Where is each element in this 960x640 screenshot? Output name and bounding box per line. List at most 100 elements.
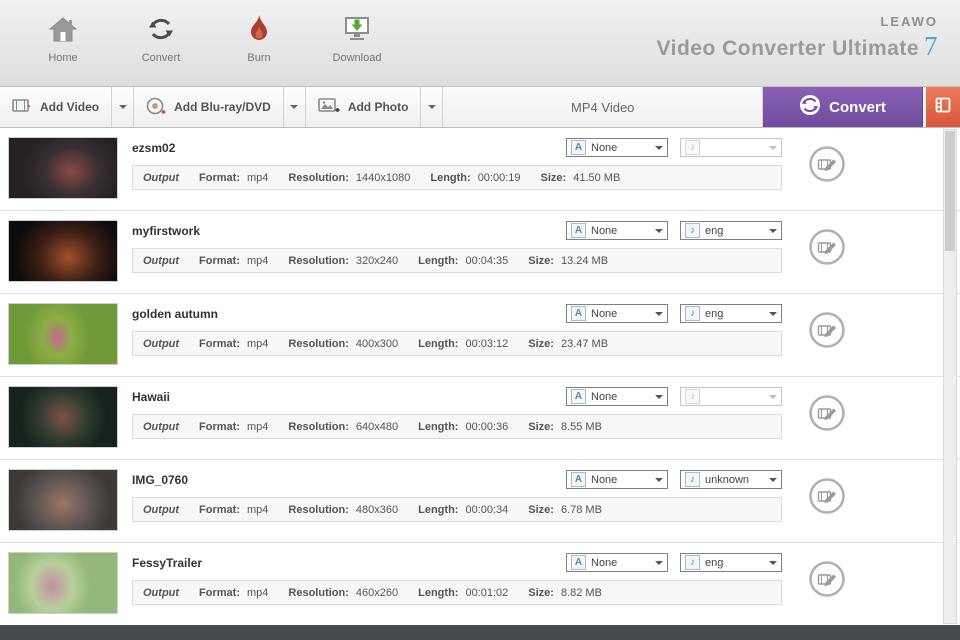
video-row[interactable]: IMG_0760 A None ♪ unknown Output Format:… <box>0 460 960 543</box>
scrollbar-thumb[interactable] <box>945 131 955 251</box>
edit-button[interactable] <box>808 228 846 293</box>
video-title: IMG_0760 <box>132 472 189 487</box>
size-label: Size: <box>528 503 554 516</box>
size-label: Size: <box>528 420 554 433</box>
panel-icon <box>935 97 951 118</box>
video-row[interactable]: Hawaii A None ♪ Output Format: mp4 Resol… <box>0 377 960 460</box>
subtitle-value: None <box>591 307 618 320</box>
output-format-selector[interactable]: MP4 Video <box>443 87 763 127</box>
subtitle-select[interactable]: A None <box>566 387 668 406</box>
row-main: ezsm02 A None ♪ Output Format: mp4 Resol… <box>132 137 782 210</box>
size-label: Size: <box>528 337 554 350</box>
subtitle-value: None <box>591 473 618 486</box>
resolution-value: 640x480 <box>355 420 399 433</box>
video-thumbnail <box>8 469 118 531</box>
length-value: 00:00:36 <box>465 420 509 433</box>
chevron-down-icon <box>290 105 299 113</box>
nav-home-label: Home <box>48 52 78 64</box>
audio-value: eng <box>705 224 724 237</box>
chevron-down-icon <box>655 560 663 569</box>
chevron-down-icon <box>655 311 663 320</box>
subtitle-a-icon: A <box>571 306 586 321</box>
video-title: golden autumn <box>132 306 218 321</box>
video-list: ezsm02 A None ♪ Output Format: mp4 Resol… <box>0 128 960 625</box>
format-label: Format: <box>199 337 240 350</box>
output-info: Output Format: mp4 Resolution: 640x480 Len… <box>132 414 782 439</box>
chevron-down-icon <box>427 105 436 113</box>
nav-burn-label: Burn <box>247 52 271 64</box>
output-info: Output Format: mp4 Resolution: 480x360 Len… <box>132 497 782 522</box>
size-label: Size: <box>528 586 554 599</box>
subtitle-select[interactable]: A None <box>566 221 668 240</box>
chevron-down-icon <box>655 228 663 237</box>
size-label: Size: <box>540 171 567 184</box>
video-thumbnail <box>8 303 118 365</box>
add-video-icon <box>12 98 32 117</box>
video-row[interactable]: FessyTrailer A None ♪ eng Output Format:… <box>0 543 960 625</box>
length-label: Length: <box>418 254 459 267</box>
output-info: Output Format: mp4 Resolution: 1440x1080 L… <box>132 165 782 190</box>
length-label: Length: <box>418 503 459 516</box>
subtitle-a-icon: A <box>571 472 586 487</box>
edit-button[interactable] <box>808 394 846 459</box>
format-label: Format: <box>199 586 240 599</box>
nav-burn[interactable]: Burn <box>210 10 308 76</box>
audio-select[interactable]: ♪ unknown <box>680 470 782 489</box>
app-window: Home Convert Burn Download LEAWO Video C… <box>0 0 960 640</box>
audio-note-icon: ♪ <box>685 223 700 238</box>
output-label: Output <box>143 337 180 350</box>
format-value: mp4 <box>247 420 269 433</box>
nav-home[interactable]: Home <box>14 10 112 76</box>
add-bluray-button[interactable]: Add Blu-ray/DVD <box>134 87 284 127</box>
add-photo-button[interactable]: Add Photo <box>305 87 422 127</box>
video-row[interactable]: ezsm02 A None ♪ Output Format: mp4 Resol… <box>0 128 960 211</box>
scrollbar[interactable] <box>943 129 957 624</box>
download-icon <box>341 10 373 48</box>
nav-convert-label: Convert <box>141 52 181 64</box>
video-thumbnail <box>8 552 118 614</box>
add-video-button[interactable]: Add Video <box>0 87 113 127</box>
resolution-value: 1440x1080 <box>355 171 411 184</box>
chevron-down-icon <box>655 394 663 403</box>
subtitle-a-icon: A <box>571 555 586 570</box>
format-value: mp4 <box>247 254 269 267</box>
subtitle-select[interactable]: A None <box>566 470 668 489</box>
add-bluray-dropdown[interactable] <box>283 87 306 127</box>
length-value: 00:03:12 <box>465 337 509 350</box>
audio-select[interactable]: ♪ <box>680 138 782 157</box>
size-value: 41.50 MB <box>573 171 621 184</box>
audio-value: unknown <box>705 473 750 486</box>
chevron-down-icon <box>769 560 777 569</box>
edit-button[interactable] <box>808 477 846 542</box>
audio-select[interactable]: ♪ eng <box>680 221 782 240</box>
output-label: Output <box>143 254 180 267</box>
nav-convert[interactable]: Convert <box>112 10 210 76</box>
add-video-dropdown[interactable] <box>112 87 135 127</box>
edit-button[interactable] <box>808 311 846 376</box>
convert-button[interactable]: Convert <box>763 87 923 127</box>
chevron-down-icon <box>769 228 777 237</box>
subtitle-a-icon: A <box>571 389 586 404</box>
add-photo-dropdown[interactable] <box>421 87 444 127</box>
video-thumbnail <box>8 386 118 448</box>
edit-button[interactable] <box>808 560 846 625</box>
length-value: 00:04:35 <box>465 254 509 267</box>
subtitle-select[interactable]: A None <box>566 304 668 323</box>
size-value: 8.82 MB <box>560 586 602 599</box>
output-label: Output <box>143 420 180 433</box>
format-label: Format: <box>199 503 240 516</box>
edit-button[interactable] <box>808 145 846 210</box>
brand-logo: LEAWO <box>880 14 938 29</box>
size-value: 8.55 MB <box>560 420 602 433</box>
length-label: Length: <box>418 586 459 599</box>
video-row[interactable]: golden autumn A None ♪ eng Output Format… <box>0 294 960 377</box>
audio-select[interactable]: ♪ eng <box>680 553 782 572</box>
subtitle-select[interactable]: A None <box>566 138 668 157</box>
audio-select[interactable]: ♪ eng <box>680 304 782 323</box>
video-row[interactable]: myfirstwork A None ♪ eng Output Format: … <box>0 211 960 294</box>
audio-select[interactable]: ♪ <box>680 387 782 406</box>
side-panel-toggle-button[interactable] <box>926 87 960 127</box>
nav-download[interactable]: Download <box>308 10 406 76</box>
subtitle-select[interactable]: A None <box>566 553 668 572</box>
format-label: Format: <box>199 420 240 433</box>
